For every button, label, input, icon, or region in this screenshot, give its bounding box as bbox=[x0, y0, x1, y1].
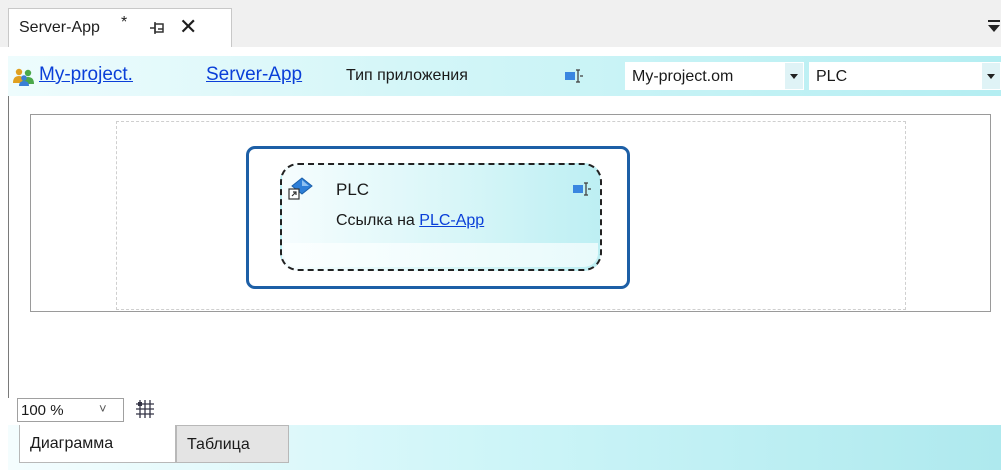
tab-overflow-icon[interactable] bbox=[986, 20, 1001, 34]
pin-icon[interactable] bbox=[149, 20, 167, 36]
users-icon bbox=[13, 68, 34, 86]
application-type-label: Тип приложения bbox=[346, 67, 468, 84]
tab-diagram-label: Диаграмма bbox=[30, 435, 114, 452]
chevron-down-icon[interactable]: ˅ bbox=[99, 401, 107, 416]
node-title: PLC bbox=[336, 180, 370, 199]
zoom-combo[interactable]: 100 % ˅ bbox=[17, 398, 124, 422]
snap-grid-icon[interactable] bbox=[134, 399, 156, 419]
application-node-body: PLC Ссылка на PLC-App bbox=[280, 163, 602, 271]
project-combo-dropdown-button[interactable] bbox=[785, 63, 803, 89]
node-reference-text: Ссылка на PLC-App bbox=[336, 212, 484, 230]
project-breadcrumb-link[interactable]: My-project. bbox=[39, 64, 133, 86]
node-reference-prefix: Ссылка на bbox=[336, 212, 420, 229]
application-type-icon[interactable] bbox=[564, 68, 584, 84]
close-icon[interactable]: ✕ bbox=[179, 15, 197, 39]
chevron-down-icon bbox=[790, 74, 798, 79]
project-combo-value: My-project.om bbox=[632, 68, 734, 85]
tab-table[interactable]: Таблица bbox=[176, 425, 289, 463]
project-combo[interactable]: My-project.om bbox=[625, 62, 804, 90]
app-combo-dropdown-button[interactable] bbox=[982, 63, 1000, 89]
tab-diagram[interactable]: Диаграмма bbox=[19, 425, 176, 463]
tab-table-label: Таблица bbox=[187, 436, 250, 453]
application-node-plc[interactable]: PLC Ссылка на PLC-App bbox=[246, 146, 630, 289]
document-tab-title: Server-App bbox=[19, 19, 100, 36]
breadcrumb-bar: My-project. Server-App Тип приложения My… bbox=[8, 56, 1001, 96]
app-combo[interactable]: PLC bbox=[809, 62, 1001, 90]
application-link-icon bbox=[288, 177, 313, 200]
document-tab-server-app[interactable]: Server-App * ✕ bbox=[8, 8, 232, 47]
view-tabs-bar: Диаграмма Таблица bbox=[8, 425, 1001, 470]
app-breadcrumb-link[interactable]: Server-App bbox=[206, 64, 302, 86]
app-combo-value: PLC bbox=[816, 68, 848, 85]
chevron-down-icon bbox=[987, 74, 995, 79]
modified-marker: * bbox=[121, 14, 128, 31]
document-tabstrip: Server-App * ✕ bbox=[0, 0, 1001, 47]
node-bottom-band bbox=[284, 243, 598, 267]
zoom-value: 100 % bbox=[21, 402, 64, 419]
node-reference-link[interactable]: PLC-App bbox=[419, 212, 484, 229]
application-type-icon bbox=[573, 182, 591, 196]
